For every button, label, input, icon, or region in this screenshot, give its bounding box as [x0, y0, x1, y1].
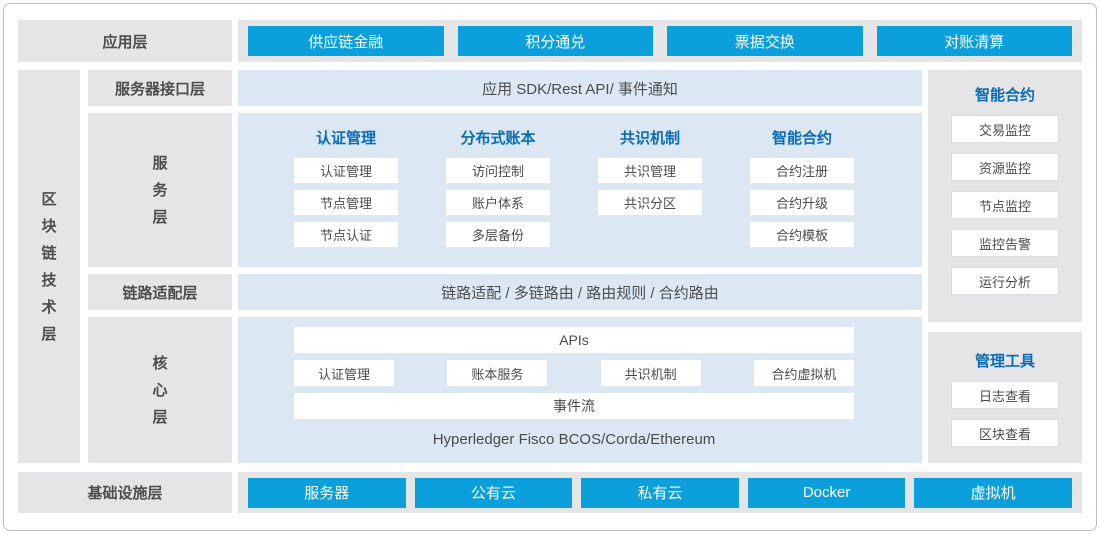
service-column-header: 认证管理	[294, 127, 398, 148]
link-adapter-content: 链路适配 / 多链路由 / 路由规则 / 合约路由	[238, 274, 922, 310]
core-layer-inner: APIs 认证管理 账本服务 共识机制 合约虚拟机 事件流 Hyperledge…	[238, 317, 922, 448]
app-block-supply-chain-finance: 供应链金融	[248, 26, 444, 56]
infra-block-public-cloud: 公有云	[415, 478, 573, 508]
core-layer-label: 核心层	[151, 350, 168, 431]
service-item: 多层备份	[446, 222, 550, 247]
service-column-header: 分布式账本	[446, 127, 550, 148]
service-layer-panel: 认证管理 认证管理 节点管理 节点认证 分布式账本 访问控制 账户体系 多层备份…	[238, 113, 922, 267]
app-block-points-exchange: 积分通兑	[458, 26, 654, 56]
side-panel-item: 日志查看	[952, 382, 1058, 408]
core-modules-row: 认证管理 账本服务 共识机制 合约虚拟机	[294, 360, 854, 386]
core-module: 合约虚拟机	[754, 360, 854, 386]
layer-content-column: 应用 SDK/Rest API/ 事件通知 认证管理 认证管理 节点管理 节点认…	[238, 70, 922, 463]
side-panel-item: 交易监控	[952, 116, 1058, 142]
service-column-consensus: 共识机制 共识管理 共识分区	[598, 127, 702, 254]
core-module: 账本服务	[447, 360, 547, 386]
side-panel-column: 智能合约 交易监控 资源监控 节点监控 监控告警 运行分析 管理工具 日志查看 …	[928, 70, 1082, 463]
architecture-diagram-card: 应用层 供应链金融 积分通兑 票据交换 对账清算 区块链技术层 服务器接口层 服…	[3, 3, 1097, 531]
core-module: 认证管理	[294, 360, 394, 386]
blockchain-platforms-text: Hyperledger Fisco BCOS/Corda/Ethereum	[294, 431, 854, 448]
service-item: 合约模板	[750, 222, 854, 247]
service-column-smart-contract: 智能合约 合约注册 合约升级 合约模板	[750, 127, 854, 254]
service-layer-columns: 认证管理 认证管理 节点管理 节点认证 分布式账本 访问控制 账户体系 多层备份…	[238, 113, 922, 254]
side-panel-item: 监控告警	[952, 230, 1058, 256]
blockchain-tech-layer-label: 区块链技术层	[40, 186, 57, 348]
application-layer-label: 应用层	[18, 20, 232, 62]
sublayer-label-column: 服务器接口层 服务层 链路适配层 核心层	[88, 70, 232, 463]
core-layer-label-box: 核心层	[88, 317, 232, 463]
service-column-ledger: 分布式账本 访问控制 账户体系 多层备份	[446, 127, 550, 254]
service-item: 共识分区	[598, 190, 702, 215]
blockchain-tech-layer-label-box: 区块链技术层	[18, 70, 80, 463]
server-interface-content: 应用 SDK/Rest API/ 事件通知	[238, 70, 922, 106]
management-tools-title: 管理工具	[928, 350, 1082, 371]
service-column-header: 共识机制	[598, 127, 702, 148]
core-module: 共识机制	[601, 360, 701, 386]
service-column-auth: 认证管理 认证管理 节点管理 节点认证	[294, 127, 398, 254]
service-item: 节点认证	[294, 222, 398, 247]
side-panel-item: 区块查看	[952, 420, 1058, 446]
blockchain-technology-section: 区块链技术层 服务器接口层 服务层 链路适配层 核心层 应用 SDK/Rest …	[18, 70, 1082, 463]
service-item: 认证管理	[294, 158, 398, 183]
infra-block-server: 服务器	[248, 478, 406, 508]
service-column-header: 智能合约	[750, 127, 854, 148]
infrastructure-layer-strip: 服务器 公有云 私有云 Docker 虚拟机	[238, 472, 1082, 513]
infra-block-virtual-machine: 虚拟机	[914, 478, 1072, 508]
side-panel-item: 节点监控	[952, 192, 1058, 218]
service-item: 共识管理	[598, 158, 702, 183]
service-item: 节点管理	[294, 190, 398, 215]
service-item: 账户体系	[446, 190, 550, 215]
apis-box: APIs	[294, 327, 854, 353]
monitoring-panel: 智能合约 交易监控 资源监控 节点监控 监控告警 运行分析	[928, 70, 1082, 322]
side-panel-item: 运行分析	[952, 268, 1058, 294]
management-tools-panel: 管理工具 日志查看 区块查看	[928, 332, 1082, 463]
service-layer-label: 服务层	[151, 150, 168, 231]
app-block-reconciliation-clearing: 对账清算	[877, 26, 1073, 56]
infrastructure-layer-row: 基础设施层 服务器 公有云 私有云 Docker 虚拟机	[18, 472, 1082, 513]
service-item: 访问控制	[446, 158, 550, 183]
infrastructure-layer-label: 基础设施层	[18, 472, 232, 513]
server-interface-layer-label: 服务器接口层	[88, 70, 232, 106]
infra-block-docker: Docker	[748, 478, 906, 508]
app-block-bill-exchange: 票据交换	[667, 26, 863, 56]
service-layer-label-box: 服务层	[88, 113, 232, 267]
event-stream-box: 事件流	[294, 393, 854, 419]
side-panel-item: 资源监控	[952, 154, 1058, 180]
service-item: 合约注册	[750, 158, 854, 183]
infra-block-private-cloud: 私有云	[581, 478, 739, 508]
application-layer-row: 应用层 供应链金融 积分通兑 票据交换 对账清算	[18, 20, 1082, 62]
service-item: 合约升级	[750, 190, 854, 215]
core-layer-panel: APIs 认证管理 账本服务 共识机制 合约虚拟机 事件流 Hyperledge…	[238, 317, 922, 463]
monitoring-panel-title: 智能合约	[928, 84, 1082, 105]
application-layer-strip: 供应链金融 积分通兑 票据交换 对账清算	[238, 20, 1082, 62]
link-adapter-layer-label: 链路适配层	[88, 274, 232, 310]
